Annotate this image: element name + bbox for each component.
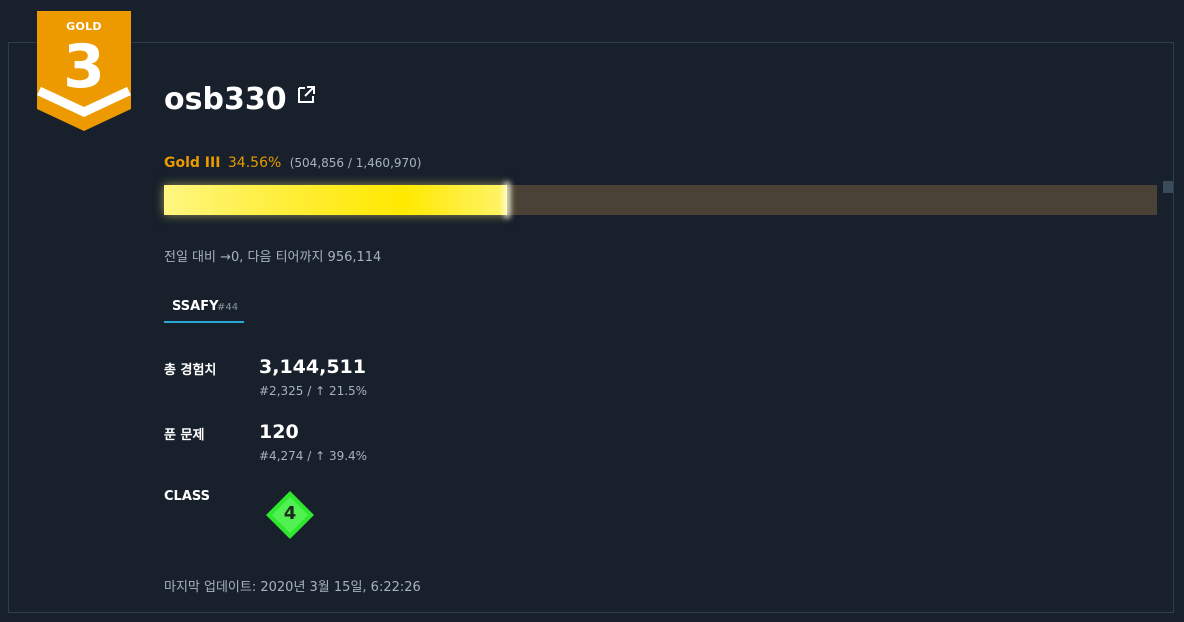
tab-label: SSAFY <box>172 299 219 314</box>
class-label: CLASS <box>164 489 211 504</box>
solved-value: 120 <box>259 421 299 443</box>
tier-progress-bar <box>164 185 1157 215</box>
tier-percent: 34.56% <box>227 155 282 171</box>
username: osb330 <box>164 82 287 117</box>
total-exp-label: 총 경험치 <box>164 363 217 378</box>
tier-name: Gold III <box>164 155 221 171</box>
total-exp-value: 3,144,511 <box>259 356 366 378</box>
class-level: 4 <box>283 503 297 524</box>
badge-level-number: 3 <box>63 32 105 102</box>
profile-card <box>8 42 1174 613</box>
tier-progress-fill <box>164 185 508 215</box>
tab-rank: #44 <box>217 302 239 313</box>
scroll-edge-marker <box>1163 181 1173 193</box>
total-exp-rank: #2,325 / ↑ 21.5% <box>259 384 368 398</box>
daily-delta-text: 전일 대비 →0, 다음 티어까지 956,114 <box>164 250 382 265</box>
solved-rank: #4,274 / ↑ 39.4% <box>259 449 368 463</box>
tab-ssafy[interactable]: SSAFY #44 <box>164 298 244 323</box>
tier-badge: GOLD 3 <box>37 11 131 131</box>
solved-label: 푼 문제 <box>164 428 205 443</box>
tier-progress-text: Gold III 34.56% (504,856 / 1,460,970) <box>164 155 421 171</box>
last-updated: 마지막 업데이트: 2020년 3월 15일, 6:22:26 <box>164 580 421 595</box>
tier-exp-range: (504,856 / 1,460,970) <box>289 156 422 170</box>
external-link-icon[interactable] <box>296 85 316 105</box>
